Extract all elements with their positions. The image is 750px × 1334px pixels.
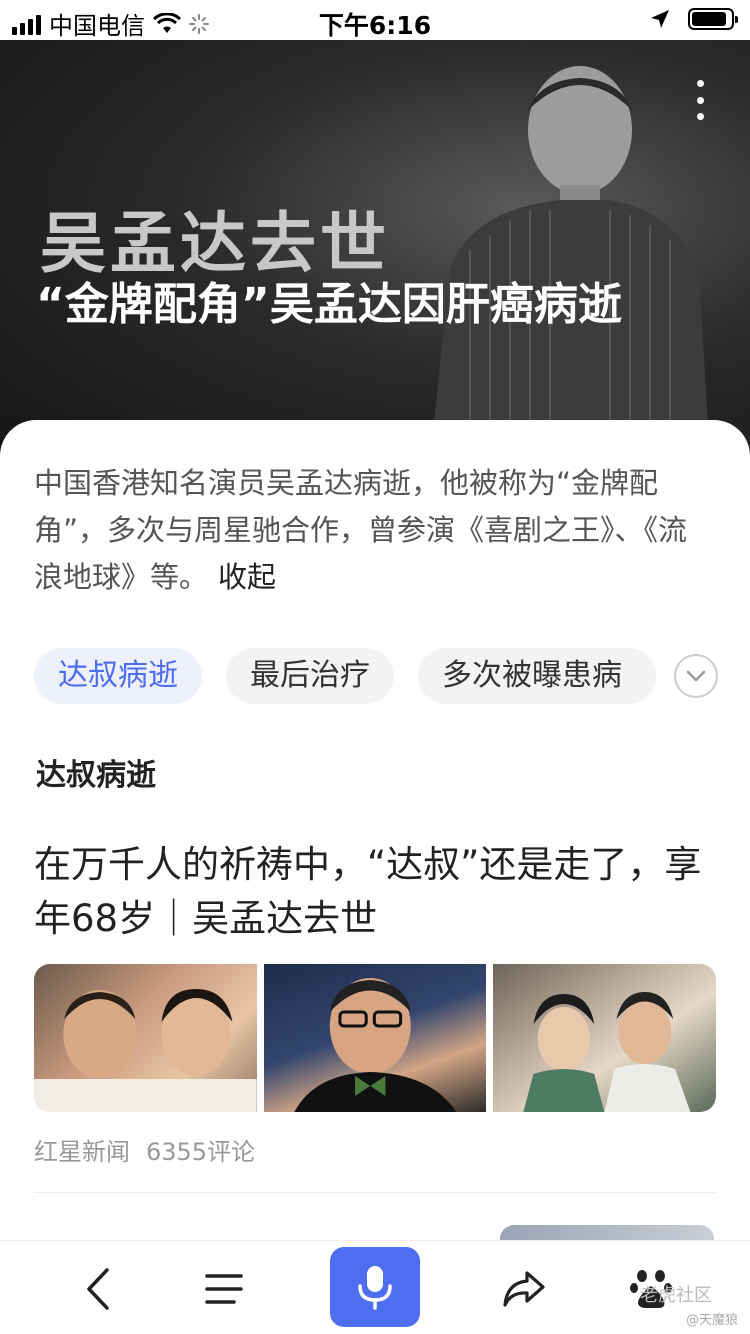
topic-tabs: 达叔病逝 最后治疗 多次被曝患病: [34, 648, 656, 704]
news-source: 红星新闻: [34, 1138, 130, 1166]
hero-subtitle[interactable]: “金牌配角”吴孟达因肝癌病逝: [36, 275, 656, 335]
back-icon[interactable]: [68, 1261, 128, 1317]
section-title: 达叔病逝: [36, 758, 156, 793]
voice-search-button[interactable]: [330, 1247, 420, 1327]
tab-zuihou-zhiliao[interactable]: 最后治疗: [226, 648, 394, 704]
summary-text: 中国香港知名演员吴孟达病逝，他被称为“金牌配角”，多次与周星驰合作，曾参演《喜剧…: [34, 460, 714, 601]
status-bar: 中国电信 下午6:16: [0, 0, 750, 40]
hero-title: 吴孟达去世: [40, 205, 390, 282]
collapse-link[interactable]: 收起: [218, 560, 276, 594]
menu-icon[interactable]: [194, 1261, 254, 1317]
chevron-down-icon[interactable]: [674, 654, 718, 698]
share-icon[interactable]: [494, 1261, 554, 1317]
news-thumbnail[interactable]: [263, 964, 487, 1112]
bottom-toolbar: [0, 1240, 750, 1334]
status-time: 下午6:16: [318, 11, 432, 40]
summary-body: 中国香港知名演员吴孟达病逝，他被称为“金牌配角”，多次与周星驰合作，曾参演《喜剧…: [34, 466, 688, 594]
hero-banner[interactable]: 吴孟达去世 “金牌配角”吴孟达因肝癌病逝: [0, 40, 750, 460]
hero-portrait: [430, 66, 710, 460]
watermark-text: 老虎社区: [640, 1285, 712, 1306]
mic-icon: [358, 1266, 392, 1310]
more-options-icon[interactable]: [694, 80, 706, 120]
tab-duoci-beibao[interactable]: 多次被曝患病: [418, 648, 656, 704]
battery-icon: [688, 8, 738, 30]
news-meta: 红星新闻 6355评论: [34, 1132, 255, 1167]
content-card: 中国香港知名演员吴孟达病逝，他被称为“金牌配角”，多次与周星驰合作，曾参演《喜剧…: [0, 420, 750, 1255]
battery-fill: [692, 12, 727, 26]
divider: [34, 1192, 716, 1193]
news-thumbnail[interactable]: [493, 964, 716, 1112]
news-title[interactable]: 在万千人的祈祷中，“达叔”还是走了，享年68岁｜吴孟达去世: [34, 838, 714, 946]
watermark-handle: @天魔狼: [686, 1313, 739, 1328]
location-arrow-icon: [651, 10, 669, 28]
tab-dashu-bingshi[interactable]: 达叔病逝: [34, 648, 202, 704]
news-thumbnails[interactable]: [34, 964, 716, 1112]
news-thumbnail[interactable]: [34, 964, 257, 1112]
news-comments[interactable]: 6355评论: [146, 1138, 255, 1166]
